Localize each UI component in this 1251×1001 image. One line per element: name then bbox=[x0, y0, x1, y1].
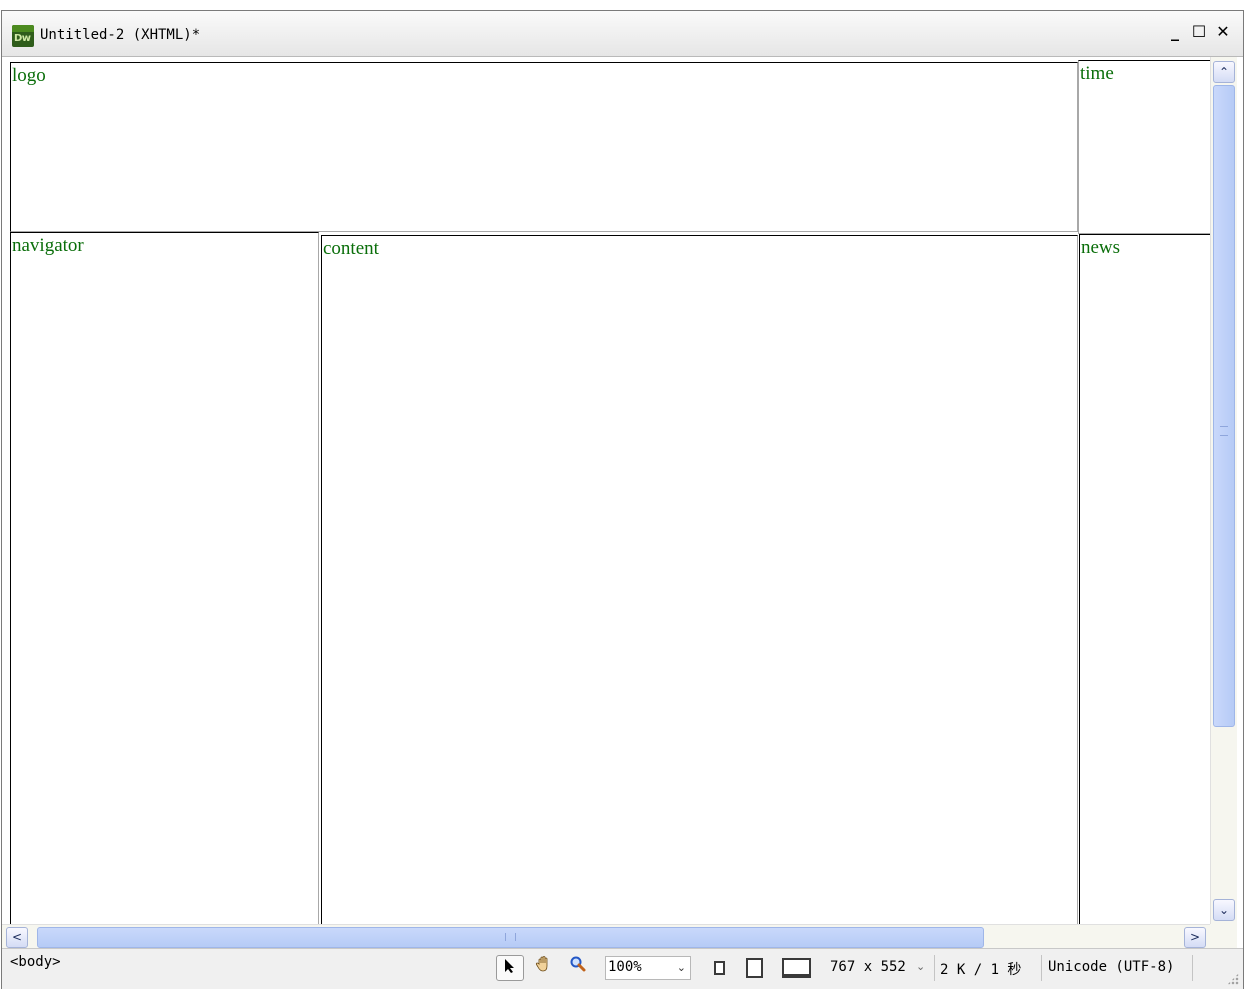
scrollbar-corner bbox=[1210, 924, 1237, 949]
magnifier-icon[interactable] bbox=[564, 955, 592, 981]
window-title: Untitled-2 (XHTML)* bbox=[40, 27, 201, 43]
grip-icon bbox=[505, 933, 516, 941]
dreamweaver-logo-icon: Dw bbox=[12, 25, 34, 47]
tag-selector-body[interactable]: <body> bbox=[10, 954, 61, 970]
zoom-select[interactable]: 100% ⌄ bbox=[605, 956, 691, 980]
horizontal-scrollbar[interactable]: < > bbox=[2, 924, 1210, 949]
region-content-label: content bbox=[323, 238, 379, 259]
status-bar: <body> 100% ⌄ 767 x 552 ⌄ 2 K / 1 秒 Unic… bbox=[2, 948, 1243, 989]
region-news[interactable]: news bbox=[1079, 234, 1210, 924]
scroll-down-button[interactable]: ⌄ bbox=[1213, 899, 1235, 921]
region-time-label: time bbox=[1080, 63, 1114, 84]
app-logo-text: Dw bbox=[14, 33, 31, 44]
region-logo[interactable]: logo bbox=[10, 62, 1078, 232]
vertical-scroll-thumb[interactable] bbox=[1213, 85, 1235, 727]
design-canvas[interactable]: logo time navigator content news bbox=[2, 57, 1210, 924]
scroll-right-button[interactable]: > bbox=[1184, 927, 1206, 948]
encoding: Unicode (UTF-8) bbox=[1048, 959, 1175, 975]
status-divider bbox=[1041, 955, 1042, 981]
mobile-size-icon[interactable] bbox=[714, 961, 725, 975]
window-dimensions[interactable]: 767 x 552 bbox=[830, 959, 906, 975]
chevron-down-icon[interactable]: ⌄ bbox=[916, 960, 925, 973]
document-window: Dw Untitled-2 (XHTML)* _ ☐ ✕ logo time n… bbox=[1, 10, 1244, 989]
vertical-scrollbar[interactable]: ⌃ ⌄ bbox=[1210, 57, 1237, 924]
horizontal-scroll-thumb[interactable] bbox=[37, 927, 984, 948]
region-time[interactable]: time bbox=[1078, 60, 1210, 234]
resize-grip-icon[interactable] bbox=[1227, 973, 1239, 985]
maximize-button[interactable]: ☐ bbox=[1191, 23, 1207, 41]
title-bar[interactable]: Dw Untitled-2 (XHTML)* _ ☐ ✕ bbox=[2, 11, 1243, 57]
region-news-label: news bbox=[1081, 237, 1121, 258]
pointer-icon[interactable] bbox=[496, 955, 524, 981]
tablet-size-icon[interactable] bbox=[746, 958, 763, 978]
document-size: 2 K / 1 秒 bbox=[940, 962, 1022, 978]
region-navigator-label: navigator bbox=[12, 235, 84, 256]
grip-icon bbox=[1220, 426, 1228, 436]
status-divider bbox=[934, 955, 935, 981]
region-logo-label: logo bbox=[12, 65, 46, 86]
scroll-left-button[interactable]: < bbox=[6, 927, 28, 948]
scroll-up-button[interactable]: ⌃ bbox=[1213, 61, 1235, 83]
minimize-button[interactable]: _ bbox=[1167, 23, 1183, 41]
region-navigator[interactable]: navigator bbox=[10, 232, 319, 924]
hand-icon[interactable] bbox=[530, 955, 558, 981]
status-divider bbox=[1192, 955, 1193, 981]
desktop-size-icon[interactable] bbox=[782, 958, 811, 978]
zoom-value: 100% bbox=[608, 959, 642, 975]
close-button[interactable]: ✕ bbox=[1215, 23, 1231, 41]
chevron-down-icon: ⌄ bbox=[676, 961, 686, 974]
region-content[interactable]: content bbox=[321, 235, 1078, 924]
